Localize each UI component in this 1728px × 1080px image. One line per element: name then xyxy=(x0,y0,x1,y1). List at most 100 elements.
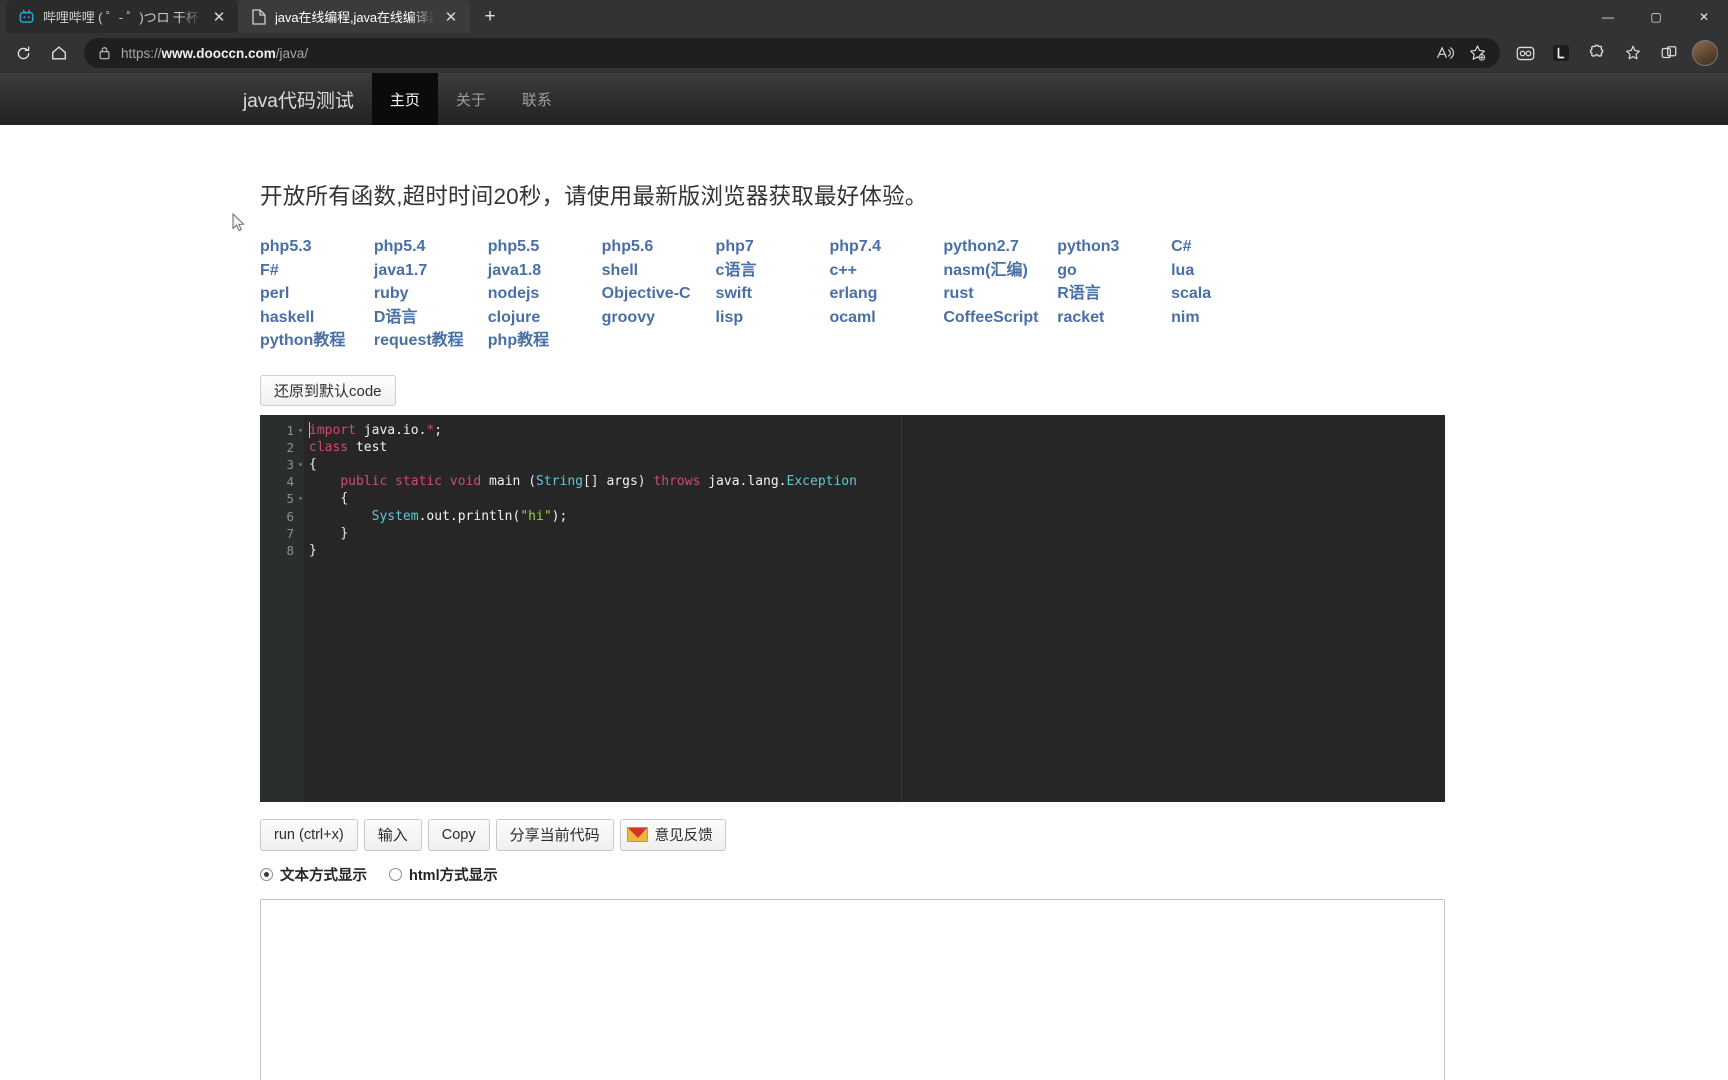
lang-link-tutorial[interactable]: php教程 xyxy=(488,329,602,353)
settings-more-icon[interactable] xyxy=(1652,38,1686,68)
bilibili-icon xyxy=(18,8,35,25)
output-panel[interactable] xyxy=(260,898,1445,1080)
feedback-label: 意见反馈 xyxy=(654,828,713,844)
lang-link[interactable]: php5.4 xyxy=(374,235,488,259)
lang-link[interactable]: python2.7 xyxy=(943,235,1057,259)
lang-link[interactable]: php7 xyxy=(716,235,830,259)
lang-link[interactable]: haskell xyxy=(260,306,374,330)
close-icon[interactable]: ✕ xyxy=(442,8,460,26)
input-button[interactable]: 输入 xyxy=(363,818,422,851)
lang-link[interactable]: java1.8 xyxy=(488,259,602,283)
page-icon xyxy=(250,8,267,25)
fold-arrow-icon[interactable]: ▾ xyxy=(298,490,303,507)
lang-link[interactable]: groovy xyxy=(602,306,716,330)
lang-link-tutorial[interactable]: request教程 xyxy=(374,329,488,353)
tab-title: java在线编程,java在线编译器,在线 xyxy=(275,10,434,25)
radio-button-html-mode[interactable] xyxy=(389,867,402,881)
lang-link[interactable]: R语言 xyxy=(1057,282,1171,306)
lang-link[interactable]: java1.7 xyxy=(374,259,488,283)
code-line-5: { xyxy=(340,491,349,507)
lang-link-tutorial[interactable]: python教程 xyxy=(260,329,374,353)
line-number: 5 ▾ xyxy=(286,490,303,507)
nav-item-about[interactable]: 关于 xyxy=(438,73,504,125)
share-code-button[interactable]: 分享当前代码 xyxy=(495,818,614,851)
nav-item-home[interactable]: 主页 xyxy=(371,73,438,125)
code-editor[interactable]: 1 ▾ 2 3 ▾ 4 5 ▾ 6 7 8 import java.io.*; cla… xyxy=(260,414,1445,802)
lang-link[interactable]: php5.5 xyxy=(488,235,602,259)
code-line-6: System.out.println("hi"); xyxy=(371,508,568,524)
lang-link[interactable]: racket xyxy=(1057,306,1171,330)
lang-link[interactable]: swift xyxy=(716,282,830,306)
lang-link[interactable]: ocaml xyxy=(829,306,943,330)
lang-link[interactable]: php5.6 xyxy=(602,235,716,259)
url-path: /java/ xyxy=(275,45,309,61)
minimize-icon[interactable]: — xyxy=(1584,0,1632,33)
read-aloud-icon[interactable] xyxy=(1430,40,1460,66)
lang-link[interactable]: C# xyxy=(1171,235,1285,259)
site-brand[interactable]: java代码测试 xyxy=(243,73,372,125)
split-screen-icon[interactable] xyxy=(1508,38,1542,68)
browser-essentials-icon[interactable] xyxy=(1616,38,1650,68)
lang-link[interactable]: nodejs xyxy=(488,282,602,306)
lang-link[interactable]: clojure xyxy=(488,306,602,330)
address-bar[interactable]: https://www.dooccn.com/java/ xyxy=(84,38,1500,68)
lang-link[interactable]: erlang xyxy=(829,282,943,306)
extensions-icon[interactable] xyxy=(1580,38,1614,68)
code-line-1: import java.io.*; xyxy=(309,422,443,438)
lang-link[interactable]: c语言 xyxy=(716,259,830,283)
lang-link[interactable]: go xyxy=(1057,259,1171,283)
radio-label-html-mode: html方式显示 xyxy=(409,867,498,884)
lang-link[interactable]: CoffeeScript xyxy=(943,306,1057,330)
lang-link[interactable]: shell xyxy=(602,259,716,283)
browser-tab-dooccn[interactable]: java在线编程,java在线编译器,在线 ✕ xyxy=(238,0,470,33)
text-caret xyxy=(309,421,310,438)
lang-link[interactable]: F# xyxy=(260,259,374,283)
lang-link[interactable]: php7.4 xyxy=(829,235,943,259)
radio-label-text-mode: 文本方式显示 xyxy=(280,867,367,884)
editor-gutter: 1 ▾ 2 3 ▾ 4 5 ▾ 6 7 8 xyxy=(260,414,304,802)
close-window-icon[interactable]: ✕ xyxy=(1680,0,1728,33)
line-number: 1 ▾ xyxy=(286,422,303,439)
url-host: www.dooccn.com xyxy=(161,45,276,61)
lang-link[interactable]: rust xyxy=(943,282,1057,306)
lang-link[interactable]: lua xyxy=(1171,259,1285,283)
copy-button[interactable]: Copy xyxy=(427,818,490,851)
lang-link[interactable]: Objective-C xyxy=(602,282,716,306)
lang-link[interactable]: python3 xyxy=(1057,235,1171,259)
radio-item-text-mode[interactable]: 文本方式显示 xyxy=(260,864,367,885)
url-prefix: https:// xyxy=(121,45,162,61)
lang-link[interactable]: php5.3 xyxy=(260,235,374,259)
code-line-4: public static void main (String[] args) … xyxy=(340,474,857,490)
profile-avatar[interactable] xyxy=(1692,40,1718,66)
restore-default-code-button[interactable]: 还原到默认code xyxy=(260,374,396,406)
lang-link[interactable]: lisp xyxy=(716,306,830,330)
run-button[interactable]: run (ctrl+x) xyxy=(260,818,358,851)
lang-link[interactable]: perl xyxy=(260,282,374,306)
page-body: java代码测试 主页 关于 联系 开放所有函数,超时时间20秒，请使用最新版浏… xyxy=(0,73,1728,1080)
lang-link[interactable]: nim xyxy=(1171,306,1285,330)
lang-link[interactable]: scala xyxy=(1171,282,1285,306)
page-content: 开放所有函数,超时时间20秒，请使用最新版浏览器获取最好体验。 php5.3 p… xyxy=(0,179,1728,1080)
line-number: 4 xyxy=(286,474,294,490)
browser-toolbar: https://www.dooccn.com/java/ xyxy=(0,33,1728,73)
feedback-button[interactable]: 意见反馈 xyxy=(619,818,726,851)
browser-tab-bilibili[interactable]: 哔哩哔哩 ( ゜- ゜)つロ 干杯~-bilit ✕ xyxy=(6,0,238,33)
lang-link[interactable]: c++ xyxy=(829,259,943,283)
home-icon[interactable] xyxy=(42,38,76,68)
fold-arrow-icon[interactable]: ▾ xyxy=(298,422,303,439)
maximize-icon[interactable]: ▢ xyxy=(1632,0,1680,33)
lang-link[interactable]: D语言 xyxy=(374,306,488,330)
radio-button-text-mode[interactable] xyxy=(260,867,273,881)
refresh-icon[interactable] xyxy=(6,38,40,68)
new-tab-button[interactable]: + xyxy=(474,3,506,31)
lang-link[interactable]: nasm(汇编) xyxy=(943,259,1057,283)
collections-icon[interactable] xyxy=(1544,38,1578,68)
editor-code-area[interactable]: import java.io.*; class test { public st… xyxy=(304,415,1445,802)
fold-arrow-icon[interactable]: ▾ xyxy=(298,456,303,473)
close-icon[interactable]: ✕ xyxy=(210,8,228,26)
radio-item-html-mode[interactable]: html方式显示 xyxy=(389,864,498,885)
code-line-3: { xyxy=(309,456,317,472)
nav-item-contact[interactable]: 联系 xyxy=(504,73,570,125)
lang-link[interactable]: ruby xyxy=(374,282,488,306)
add-favorite-icon[interactable] xyxy=(1462,40,1492,66)
